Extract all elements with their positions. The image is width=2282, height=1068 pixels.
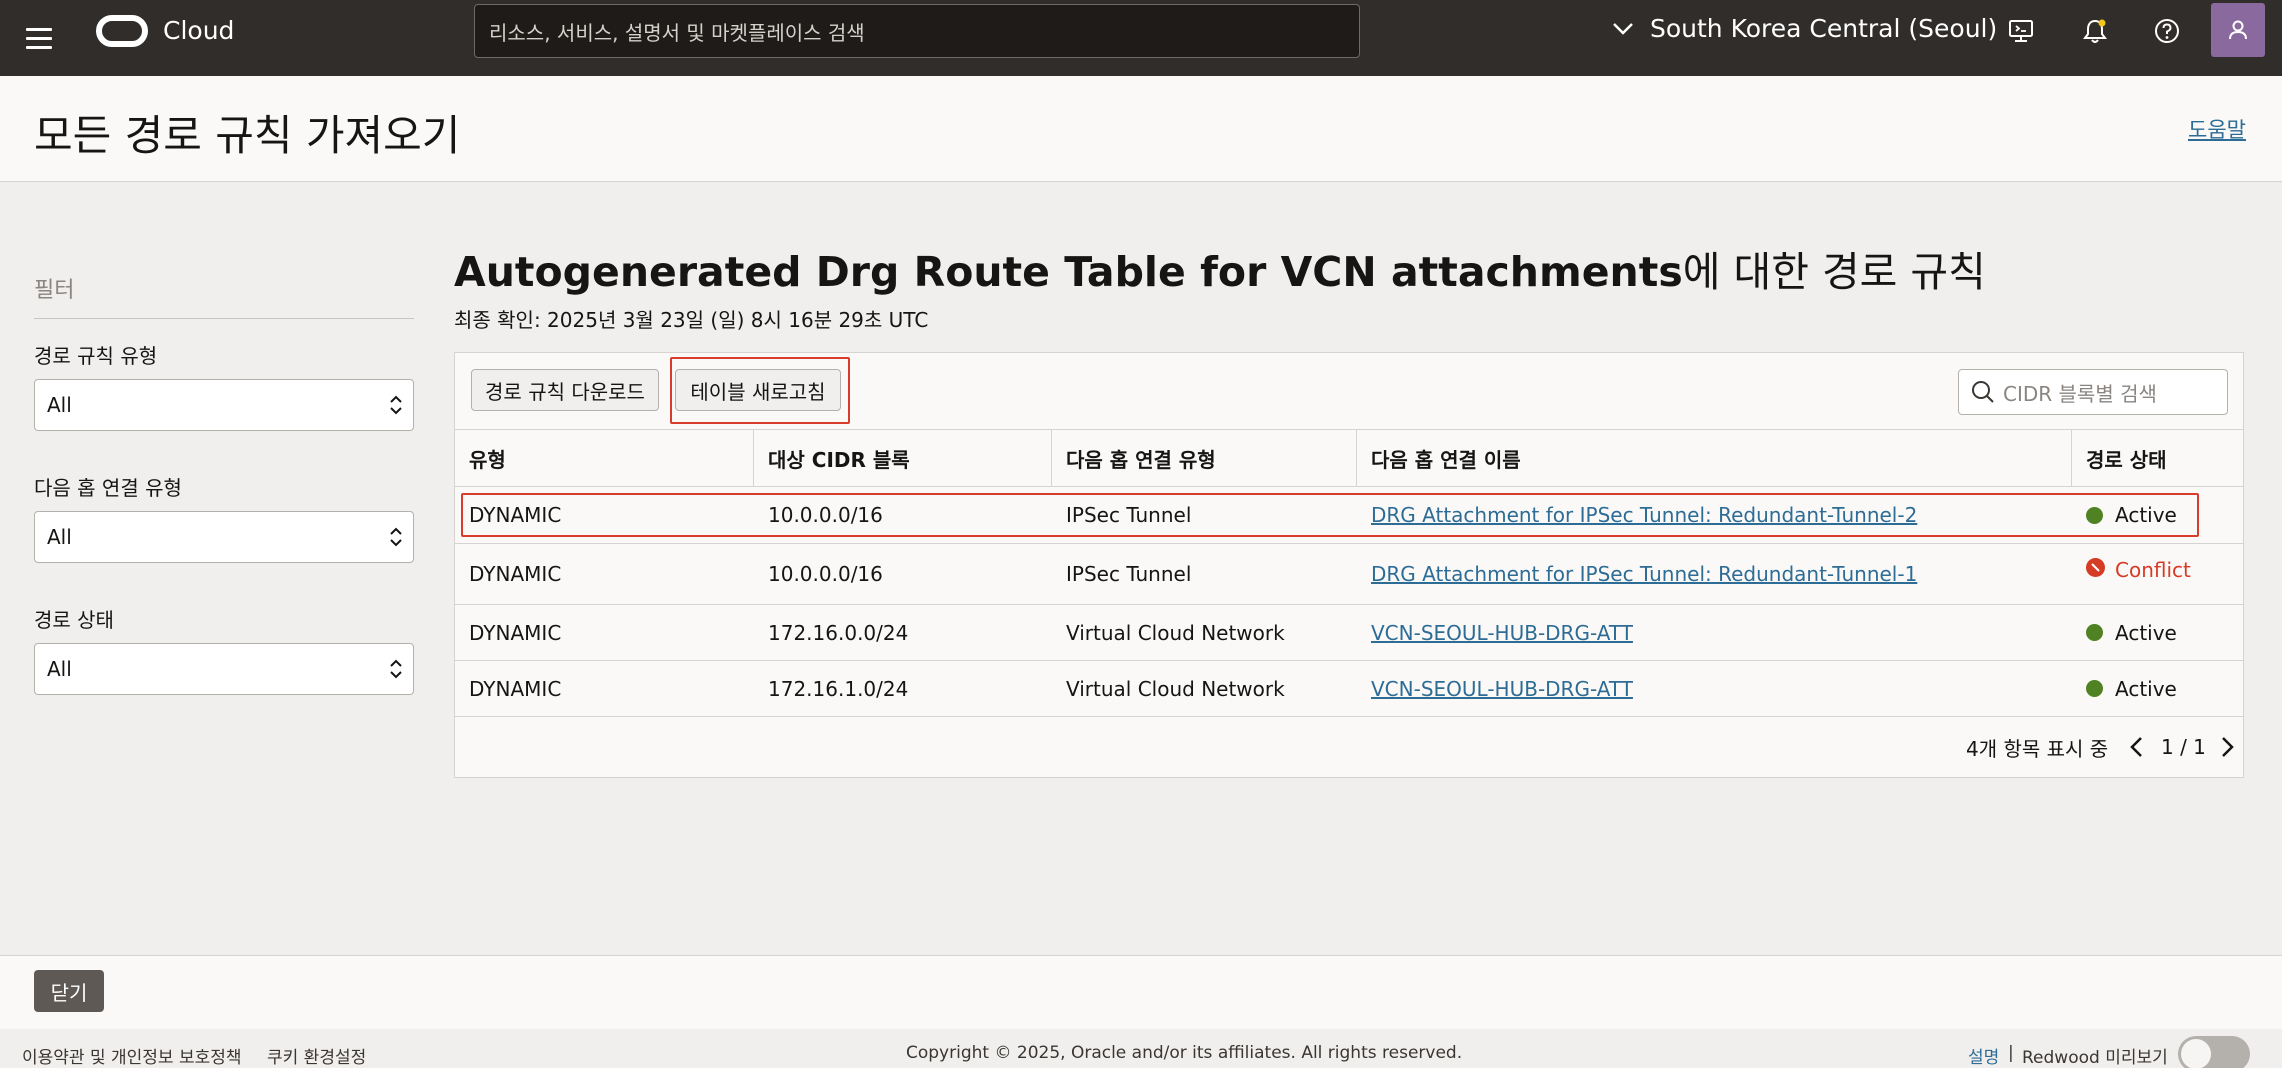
top-navigation-bar: Cloud 리소스, 서비스, 설명서 및 마켓플레이스 검색 South Ko… [0,0,2282,76]
status-text: Active [2115,620,2177,645]
column-header-route-status[interactable]: 경로 상태 [2072,430,2243,486]
help-link[interactable]: 도움말 [2188,114,2246,144]
page-indicator: 1 / 1 [2161,735,2206,759]
next-hop-name-link[interactable]: VCN-SEOUL-HUB-DRG-ATT [1371,677,1633,701]
conflict-status-icon [2086,558,2105,577]
cidr-search-placeholder: CIDR 블록별 검색 [2003,381,2157,406]
cell-cidr: 10.0.0.0/16 [768,562,883,586]
filter-route-status: 경로 상태 All [34,604,414,695]
filter-next-hop-type: 다음 홉 연결 유형 All [34,472,414,563]
route-table-name: Autogenerated Drg Route Table for VCN at… [454,248,1683,296]
active-status-icon [2086,506,2103,524]
page-footer: 이용약관 및 개인정보 보호정책 쿠키 환경설정 Copyright © 202… [0,1029,2282,1068]
column-header-cidr[interactable]: 대상 CIDR 블록 [754,430,1052,486]
status-text: Conflict [2115,558,2191,582]
cell-cidr: 172.16.0.0/24 [768,620,909,645]
table-row: DYNAMIC 10.0.0.0/16 IPSec Tunnel DRG Att… [455,487,2243,544]
table-header: 유형 대상 CIDR 블록 다음 홉 연결 유형 다음 홉 연결 이름 경로 상… [455,429,2243,487]
status-text: Active [2115,676,2177,701]
route-rule-type-select[interactable]: All [34,379,414,431]
filter-title: 필터 [34,272,414,319]
chevron-right-icon[interactable] [2219,735,2235,763]
cell-route-status: Conflict [2072,544,2191,604]
cell-next-hop-type: IPSec Tunnel [1066,562,1192,586]
search-icon [1972,381,1994,403]
redwood-preview-label: Redwood 미리보기 [2022,1048,2168,1068]
page-header: 모든 경로 규칙 가져오기 도움말 [0,76,2282,182]
cookie-preferences-link[interactable]: 쿠키 환경설정 [267,1043,366,1068]
last-checked-text: 최종 확인: 2025년 3월 23일 (일) 8시 16분 29초 UTC [454,308,929,332]
next-hop-name-link[interactable]: DRG Attachment for IPSec Tunnel: Redunda… [1371,562,1917,586]
explain-link[interactable]: 설명 [1968,1043,1999,1068]
cloud-shell-icon[interactable] [2004,14,2038,48]
cell-type: DYNAMIC [469,503,562,527]
route-rules-section: Autogenerated Drg Route Table for VCN at… [454,238,2244,778]
refresh-table-button[interactable]: 테이블 새로고침 [675,369,841,411]
chevron-down-icon [1613,22,1633,35]
filter-label: 경로 규칙 유형 [34,344,158,368]
sort-arrows-icon [390,527,402,547]
title-suffix: 에 대한 경로 규칙 [1682,248,1986,296]
column-header-type[interactable]: 유형 [455,430,754,486]
cell-route-status: Active [2072,605,2177,660]
cell-route-status: Active [2072,487,2177,543]
download-route-rules-button[interactable]: 경로 규칙 다운로드 [471,369,659,411]
active-status-icon [2086,680,2103,697]
column-header-next-hop-name[interactable]: 다음 홉 연결 이름 [1357,430,2072,486]
sort-arrows-icon [390,659,402,679]
table-row: DYNAMIC 172.16.0.0/24 Virtual Cloud Netw… [455,605,2243,661]
item-count-text: 4개 항목 표시 중 [1966,737,2109,761]
route-rules-table-panel: 경로 규칙 다운로드 테이블 새로고침 CIDR 블록별 검색 유형 대상 CI… [454,352,2244,778]
next-hop-name-link[interactable]: VCN-SEOUL-HUB-DRG-ATT [1371,621,1633,645]
route-status-select[interactable]: All [34,643,414,695]
cell-type: DYNAMIC [469,562,562,586]
route-rules-title: Autogenerated Drg Route Table for VCN at… [454,238,2244,298]
profile-icon[interactable] [2211,3,2265,57]
cell-next-hop-type: Virtual Cloud Network [1066,620,1285,645]
chevron-left-icon[interactable] [2129,735,2145,763]
copyright-text: Copyright © 2025, Oracle and/or its affi… [906,1043,1463,1063]
region-name: South Korea Central (Seoul) [1650,14,1998,43]
terms-privacy-link[interactable]: 이용약관 및 개인정보 보호정책 [22,1043,242,1068]
filter-route-rule-type: 경로 규칙 유형 All [34,340,414,431]
region-selector[interactable]: South Korea Central (Seoul) [1612,14,1997,43]
oracle-logo[interactable] [96,15,148,47]
status-text: Active [2115,503,2177,527]
select-value: All [47,525,72,549]
next-hop-type-select[interactable]: All [34,511,414,563]
filter-label: 다음 홉 연결 유형 [34,476,182,500]
cidr-search-input[interactable]: CIDR 블록별 검색 [1958,369,2228,415]
redwood-preview-toggle[interactable] [2178,1036,2250,1068]
cell-next-hop-type: Virtual Cloud Network [1066,676,1285,701]
help-icon[interactable] [2150,14,2184,48]
footer-separator: | [2008,1043,2014,1063]
global-search-input[interactable]: 리소스, 서비스, 설명서 및 마켓플레이스 검색 [474,4,1360,58]
column-header-next-hop-type[interactable]: 다음 홉 연결 유형 [1052,430,1357,486]
table-row: DYNAMIC 10.0.0.0/16 IPSec Tunnel DRG Att… [455,544,2243,605]
cell-type: DYNAMIC [469,620,562,645]
select-value: All [47,657,72,681]
filter-sidebar: 필터 경로 규칙 유형 All 다음 홉 연결 유형 All 경로 상태 All [34,272,414,695]
pagination: 4개 항목 표시 중 1 / 1 [455,733,2243,763]
sort-arrows-icon [390,395,402,415]
select-value: All [47,393,72,417]
cell-cidr: 10.0.0.0/16 [768,503,883,527]
action-bar: 닫기 [0,955,2282,1029]
cell-cidr: 172.16.1.0/24 [768,676,909,701]
filter-label: 경로 상태 [34,608,114,632]
next-hop-name-link[interactable]: DRG Attachment for IPSec Tunnel: Redunda… [1371,503,1917,527]
cell-type: DYNAMIC [469,676,562,701]
table-row: DYNAMIC 172.16.1.0/24 Virtual Cloud Netw… [455,661,2243,717]
close-button[interactable]: 닫기 [34,970,104,1012]
active-status-icon [2086,624,2103,641]
menu-icon[interactable] [26,21,60,55]
page-title: 모든 경로 규칙 가져오기 [34,111,461,160]
brand-name[interactable]: Cloud [163,16,234,45]
bell-icon[interactable] [2078,14,2112,48]
cell-route-status: Active [2072,661,2177,716]
cell-next-hop-type: IPSec Tunnel [1066,503,1192,527]
